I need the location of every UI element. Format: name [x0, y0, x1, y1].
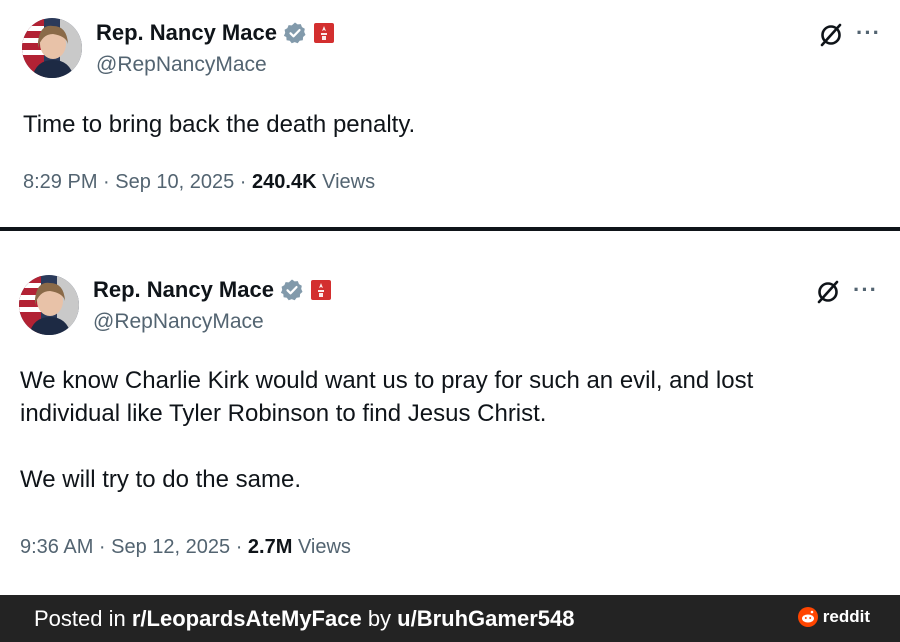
user-link[interactable]: u/BruhGamer548 — [397, 606, 574, 631]
verified-badge-icon — [283, 22, 306, 44]
author-name[interactable]: Rep. Nancy Mace — [93, 277, 332, 303]
reddit-logo[interactable]: reddit — [797, 607, 870, 627]
reddit-footer: Posted in r/LeopardsAteMyFace by u/BruhG… — [0, 595, 900, 642]
grok-icon[interactable] — [818, 22, 844, 48]
author-handle[interactable]: @RepNancyMace — [93, 310, 264, 334]
tweet-meta: 9:36 AM · Sep 12, 2025 · 2.7M Views — [20, 536, 351, 559]
author-name-text: Rep. Nancy Mace — [93, 277, 274, 302]
avatar[interactable] — [19, 275, 79, 335]
tweet-1: Rep. Nancy Mace @RepNancyMace ··· Time t… — [0, 0, 900, 227]
congress-seal-icon — [313, 23, 334, 43]
views-count: 2.7M — [247, 536, 293, 558]
tweet-meta: 8:29 PM · Sep 10, 2025 · 240.4K Views — [23, 171, 375, 194]
subreddit-link[interactable]: r/LeopardsAteMyFace — [132, 606, 362, 631]
congress-seal-icon — [310, 280, 331, 300]
footer-caption: Posted in r/LeopardsAteMyFace by u/BruhG… — [34, 606, 574, 632]
tweet-timestamp[interactable]: 8:29 PM · Sep 10, 2025 · — [23, 171, 252, 193]
tweet-text: We know Charlie Kirk would want us to pr… — [20, 367, 754, 493]
reddit-icon — [797, 607, 818, 627]
more-icon[interactable]: ··· — [856, 20, 881, 46]
tweet-2: Rep. Nancy Mace @RepNancyMace ··· We kno… — [0, 231, 900, 595]
verified-badge-icon — [280, 279, 303, 301]
grok-icon[interactable] — [815, 279, 841, 305]
more-icon[interactable]: ··· — [853, 277, 878, 303]
views-count: 240.4K — [252, 171, 317, 193]
avatar[interactable] — [22, 18, 82, 78]
tweet-text: Time to bring back the death penalty. — [23, 111, 416, 138]
views-label: Views — [316, 171, 376, 193]
reddit-wordmark: reddit — [822, 607, 870, 626]
footer-prefix: Posted in — [34, 605, 132, 631]
tweet-timestamp[interactable]: 9:36 AM · Sep 12, 2025 · — [20, 536, 248, 558]
author-handle[interactable]: @RepNancyMace — [96, 53, 267, 77]
author-name[interactable]: Rep. Nancy Mace — [96, 20, 335, 46]
author-name-text: Rep. Nancy Mace — [96, 20, 277, 45]
footer-by: by — [361, 605, 398, 631]
views-label: Views — [292, 536, 351, 558]
